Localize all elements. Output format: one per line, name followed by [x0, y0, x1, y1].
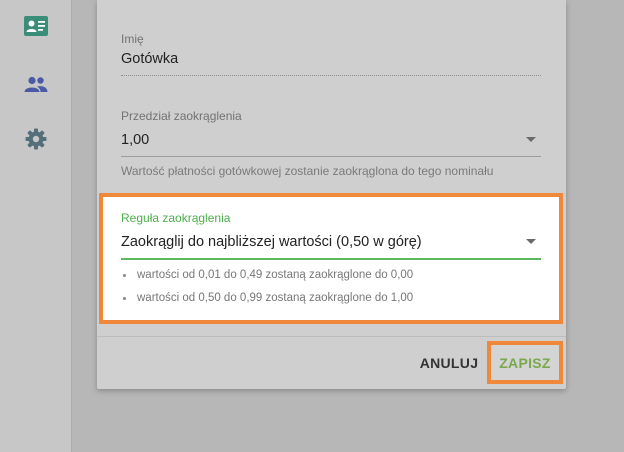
rounding-rule-select[interactable]: Zaokrąglij do najbliższej wartości (0,50… — [121, 234, 422, 250]
rounding-interval-select[interactable]: 1,00 — [121, 132, 149, 148]
rounding-rule-section: Reguła zaokrąglenia Zaokrąglij do najbli… — [99, 193, 563, 324]
sidebar — [0, 0, 72, 452]
sidebar-item-people[interactable] — [22, 70, 50, 98]
list-item: wartości od 0,01 do 0,49 zostaną zaokrąg… — [121, 267, 413, 290]
rounding-rule-label: Reguła zaokrąglenia — [121, 211, 231, 225]
rounding-rule-underline — [121, 258, 541, 260]
sidebar-item-contacts[interactable] — [22, 12, 50, 40]
rounding-interval-underline — [121, 156, 541, 157]
cancel-button[interactable]: ANULUJ — [414, 345, 484, 381]
rounding-interval-dropdown-icon[interactable] — [526, 137, 536, 142]
save-button[interactable]: ZAPISZ — [487, 341, 563, 384]
rounding-rule-examples: wartości od 0,01 do 0,49 zostaną zaokrąg… — [121, 267, 413, 313]
name-field-underline — [121, 75, 541, 76]
rounding-interval-hint: Wartość płatności gotówkowej zostanie za… — [121, 164, 494, 178]
rounding-interval-label: Przedział zaokrąglenia — [121, 109, 242, 123]
gear-icon — [25, 128, 47, 150]
rounding-rule-dropdown-icon[interactable] — [526, 239, 536, 244]
sidebar-item-settings[interactable] — [22, 125, 50, 153]
list-item: wartości od 0,50 do 0,99 zostaną zaokrąg… — [121, 290, 413, 313]
dialog-actions-divider — [97, 336, 566, 337]
contact-card-icon — [24, 16, 48, 36]
name-label: Imię — [121, 32, 144, 46]
people-icon — [24, 76, 48, 92]
name-field[interactable]: Gotówka — [121, 51, 178, 67]
